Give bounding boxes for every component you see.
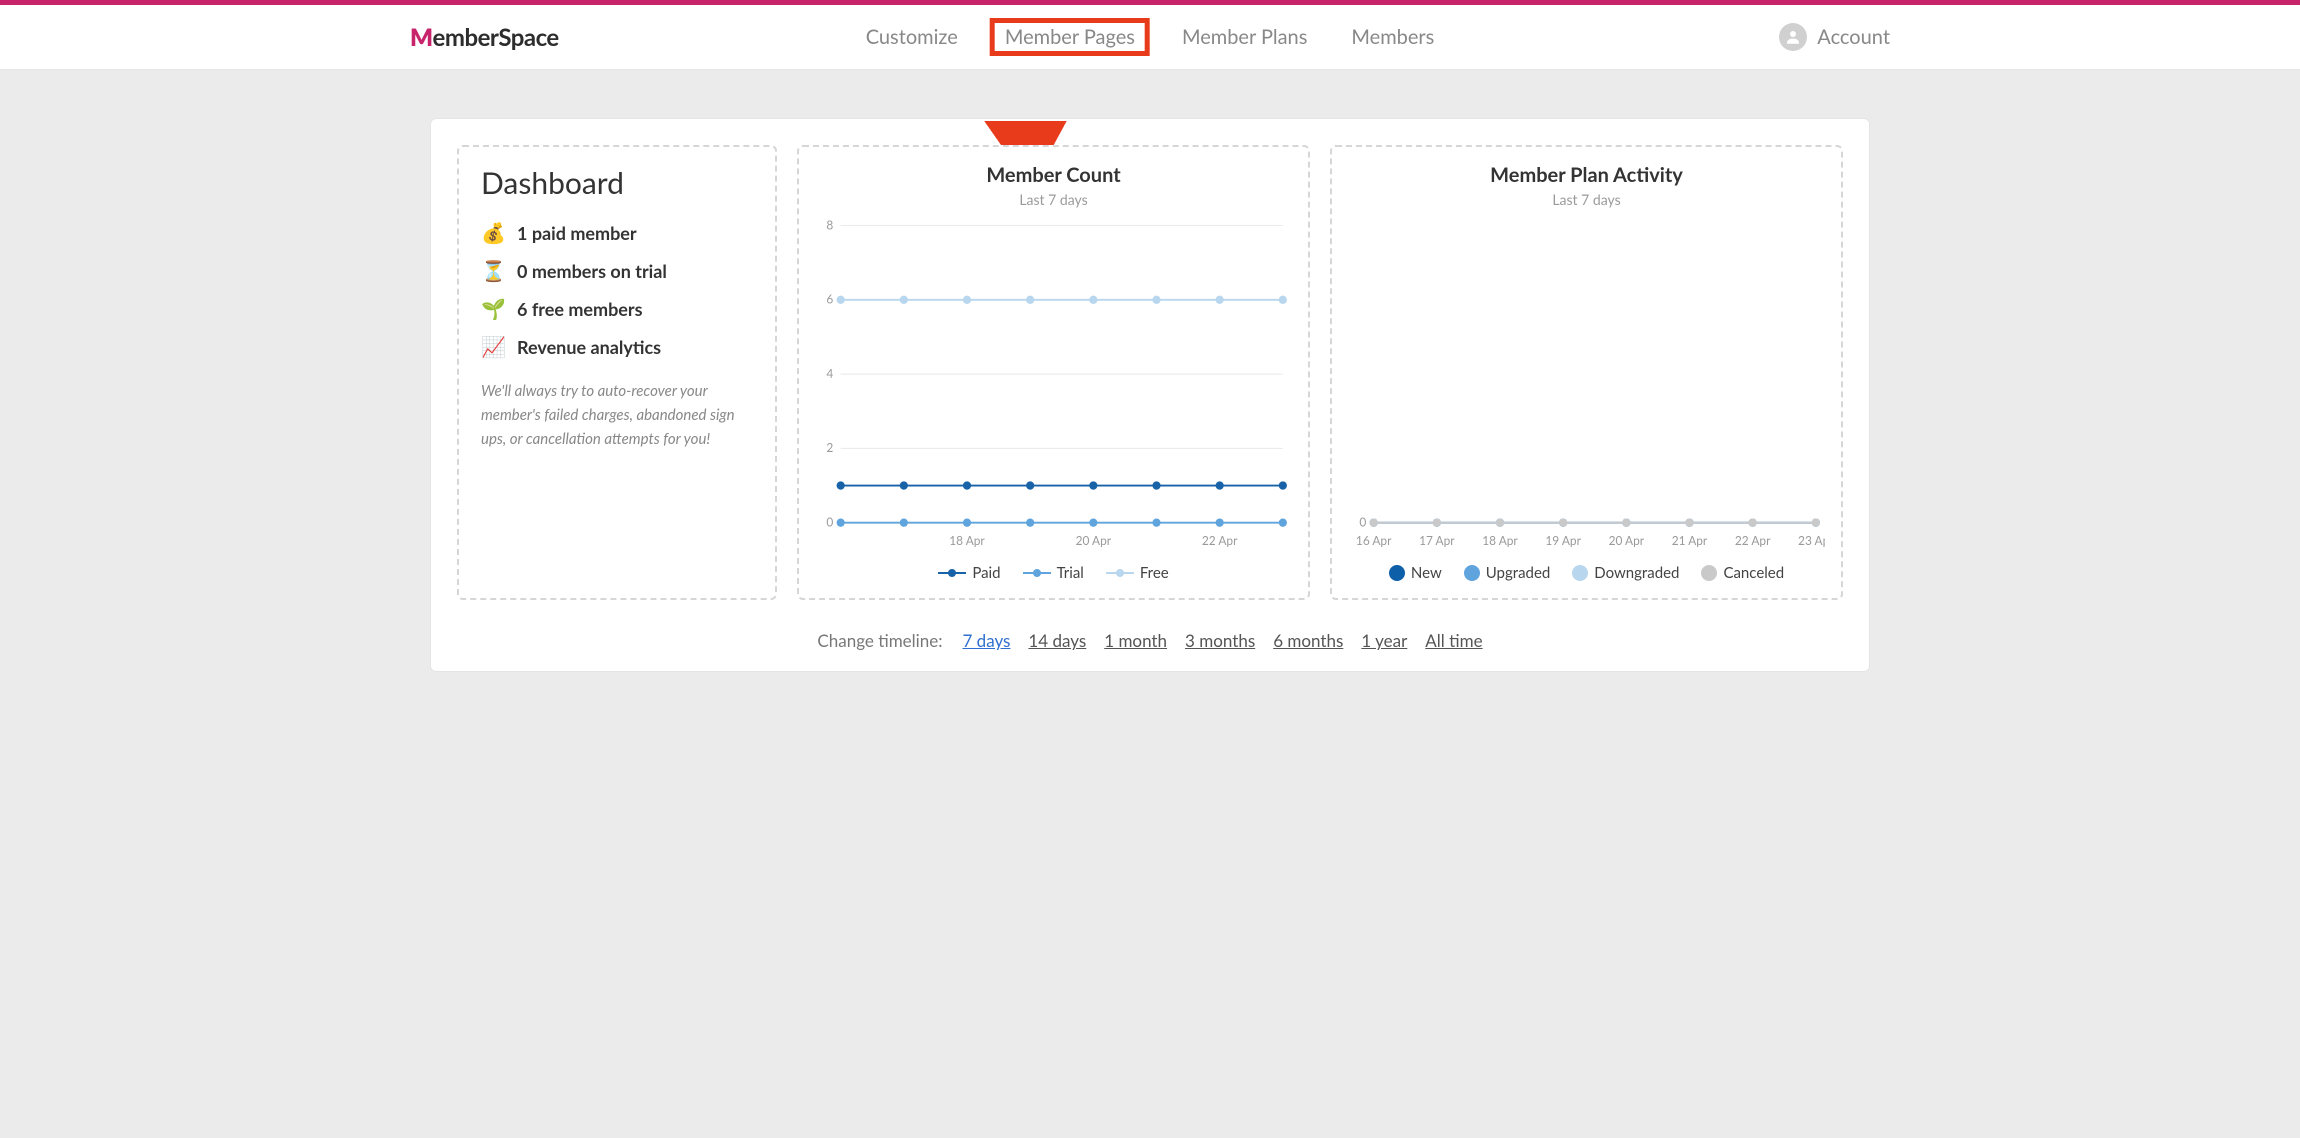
- account-menu[interactable]: Account: [1779, 23, 1890, 51]
- timeline-option[interactable]: 1 month: [1104, 630, 1167, 651]
- timeline-option[interactable]: 3 months: [1185, 630, 1255, 651]
- timeline-label: Change timeline:: [817, 630, 942, 651]
- svg-text:23 Apr: 23 Apr: [1798, 533, 1825, 548]
- legend-plan-activity: New Upgraded Downgraded Canceled: [1348, 564, 1825, 582]
- legend-item[interactable]: Trial: [1023, 564, 1084, 582]
- chart-member-count-sub: Last 7 days: [815, 191, 1292, 208]
- stat-revenue[interactable]: 📈 Revenue analytics: [481, 335, 753, 359]
- timeline-option[interactable]: 1 year: [1361, 630, 1407, 651]
- legend-label: Paid: [972, 564, 1000, 582]
- svg-text:16 Apr: 16 Apr: [1356, 533, 1392, 548]
- brand-name-rest: emberSpace: [433, 23, 559, 52]
- chart-member-count: Member Count Last 7 days 0 2 4 6 8 18 Apr 20 A…: [797, 145, 1310, 600]
- dashboard-title: Dashboard: [481, 165, 753, 201]
- svg-text:17 Apr: 17 Apr: [1419, 533, 1455, 548]
- legend-item[interactable]: New: [1389, 564, 1442, 582]
- hourglass-icon: ⏳: [481, 259, 505, 283]
- timeline-selector: Change timeline: 7 days 14 days 1 month …: [457, 630, 1843, 651]
- svg-text:22 Apr: 22 Apr: [1735, 533, 1771, 548]
- nav-links: Customize Member Pages Member Plans Memb…: [858, 21, 1443, 53]
- svg-text:21 Apr: 21 Apr: [1672, 533, 1708, 548]
- highlight-box: Member Pages: [990, 18, 1150, 56]
- chart-member-count-title: Member Count: [815, 163, 1292, 187]
- legend-label: Downgraded: [1594, 564, 1679, 582]
- svg-text:4: 4: [826, 366, 833, 381]
- svg-text:19 Apr: 19 Apr: [1545, 533, 1581, 548]
- seedling-icon: 🌱: [481, 297, 505, 321]
- chart-plan-activity-title: Member Plan Activity: [1348, 163, 1825, 187]
- chart-plan-activity-sub: Last 7 days: [1348, 191, 1825, 208]
- svg-text:22 Apr: 22 Apr: [1202, 533, 1238, 548]
- stat-free[interactable]: 🌱 6 free members: [481, 297, 753, 321]
- timeline-option[interactable]: 7 days: [962, 630, 1010, 651]
- legend-item[interactable]: Paid: [938, 564, 1000, 582]
- svg-text:18 Apr: 18 Apr: [1482, 533, 1518, 548]
- legend-label: Trial: [1057, 564, 1084, 582]
- svg-text:18 Apr: 18 Apr: [949, 533, 985, 548]
- svg-text:8: 8: [826, 220, 833, 232]
- stat-revenue-label: Revenue analytics: [517, 336, 661, 358]
- nav-link-member-pages[interactable]: Member Pages: [1003, 21, 1137, 53]
- svg-text:20 Apr: 20 Apr: [1076, 533, 1112, 548]
- timeline-option[interactable]: 6 months: [1273, 630, 1343, 651]
- stat-trial[interactable]: ⏳ 0 members on trial: [481, 259, 753, 283]
- legend-label: Canceled: [1723, 564, 1784, 582]
- money-bag-icon: 💰: [481, 221, 505, 245]
- legend-label: Upgraded: [1486, 564, 1551, 582]
- svg-text:2: 2: [826, 440, 833, 455]
- svg-text:6: 6: [826, 291, 833, 306]
- nav-link-members[interactable]: Members: [1343, 21, 1442, 53]
- nav-link-customize[interactable]: Customize: [858, 21, 966, 53]
- stat-free-label: 6 free members: [517, 298, 643, 320]
- top-nav: MemberSpace Customize Member Pages Membe…: [0, 5, 2300, 70]
- svg-text:20 Apr: 20 Apr: [1609, 533, 1645, 548]
- timeline-option[interactable]: All time: [1425, 630, 1482, 651]
- avatar-icon: [1779, 23, 1807, 51]
- svg-text:0: 0: [1359, 514, 1366, 529]
- chart-member-count-svg: 0 2 4 6 8 18 Apr 20 Apr 22 Apr: [815, 220, 1292, 554]
- main-card: Dashboard 💰 1 paid member ⏳ 0 members on…: [430, 118, 1870, 672]
- legend-item[interactable]: Upgraded: [1464, 564, 1551, 582]
- stat-paid[interactable]: 💰 1 paid member: [481, 221, 753, 245]
- timeline-option[interactable]: 14 days: [1028, 630, 1086, 651]
- legend-item[interactable]: Canceled: [1701, 564, 1784, 582]
- brand-logo: MemberSpace: [410, 23, 559, 52]
- dashboard-sidebar: Dashboard 💰 1 paid member ⏳ 0 members on…: [457, 145, 777, 600]
- stat-paid-label: 1 paid member: [517, 222, 637, 244]
- legend-label: New: [1411, 564, 1442, 582]
- legend-member-count: Paid Trial Free: [815, 564, 1292, 582]
- svg-text:0: 0: [826, 514, 833, 529]
- legend-item[interactable]: Free: [1106, 564, 1169, 582]
- stat-trial-label: 0 members on trial: [517, 260, 667, 282]
- chart-plan-activity-svg: 0 16 Apr 17 Apr 18 Apr 19 Apr 20 Apr 21 Apr 22 …: [1348, 220, 1825, 554]
- nav-link-member-plans[interactable]: Member Plans: [1174, 21, 1315, 53]
- account-label: Account: [1817, 25, 1890, 49]
- chart-icon: 📈: [481, 335, 505, 359]
- auto-recover-note: We'll always try to auto-recover your me…: [481, 379, 753, 451]
- legend-label: Free: [1140, 564, 1169, 582]
- chart-plan-activity: Member Plan Activity Last 7 days 0 16 Apr…: [1330, 145, 1843, 600]
- legend-item[interactable]: Downgraded: [1572, 564, 1679, 582]
